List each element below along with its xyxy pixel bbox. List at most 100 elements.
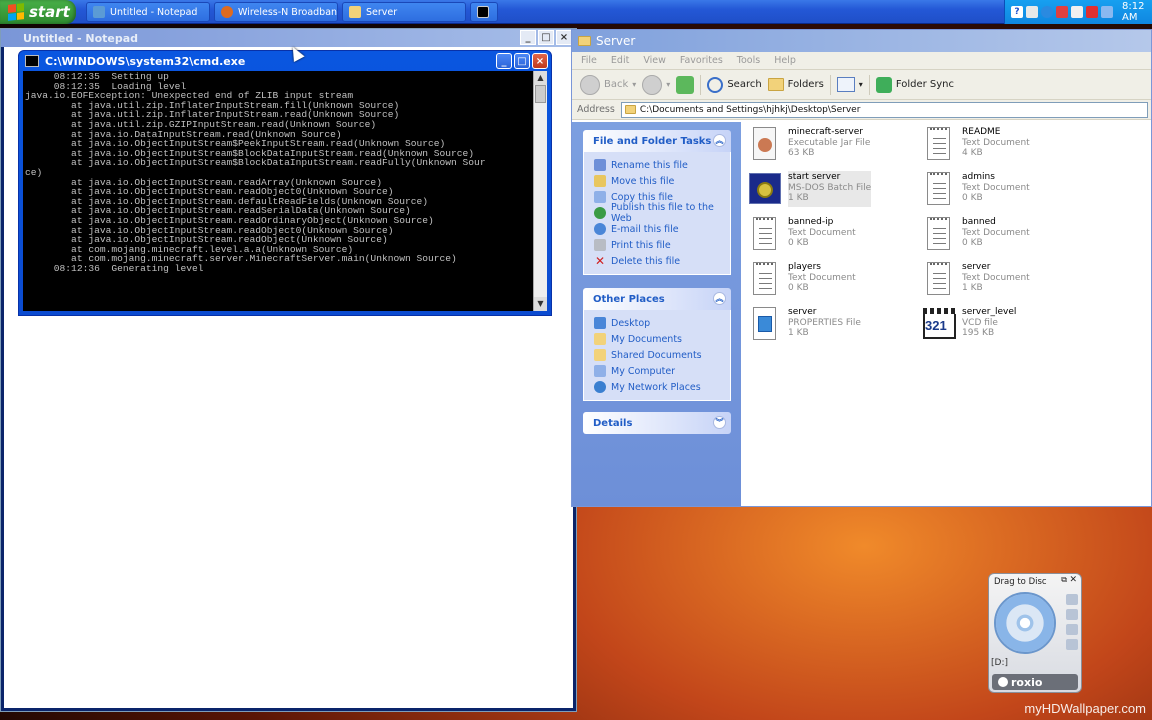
task-pane: File and Folder Tasks ︽ Rename this file…: [572, 122, 741, 506]
task-move-file[interactable]: Move this file: [594, 173, 730, 189]
minimize-button[interactable]: _: [520, 30, 536, 45]
scroll-down-icon[interactable]: ▼: [534, 297, 547, 311]
text-document-icon: [922, 261, 956, 297]
menu-help[interactable]: Help: [774, 55, 796, 66]
sound-icon[interactable]: [1026, 6, 1038, 18]
minimize-button[interactable]: _: [496, 53, 512, 69]
notepad-title: Untitled - Notepad: [23, 31, 139, 45]
drive-label: [D:]: [991, 658, 1008, 668]
antivirus-icon[interactable]: [1086, 6, 1098, 18]
maximize-button[interactable]: □: [514, 53, 530, 69]
folder-sync-button[interactable]: Folder Sync: [875, 76, 954, 93]
clock[interactable]: 8:12 AM: [1122, 1, 1152, 23]
info-icon[interactable]: [1066, 624, 1078, 635]
wallpaper-credit: myHDWallpaper.com: [1024, 701, 1146, 716]
place-my-computer[interactable]: My Computer: [594, 363, 730, 379]
taskbar-button-notepad[interactable]: Untitled - Notepad: [86, 2, 210, 22]
roxio-logo: roxio: [992, 674, 1078, 690]
explorer-window[interactable]: Server File Edit View Favorites Tools He…: [571, 29, 1152, 507]
collapse-chevron-icon[interactable]: ︽: [713, 134, 726, 147]
copy-disc-icon[interactable]: [1066, 594, 1078, 605]
file-banned-ip[interactable]: banned-ip Text Document 0 KB: [748, 216, 918, 252]
place-my-network-places[interactable]: My Network Places: [594, 379, 730, 395]
panel-header[interactable]: File and Folder Tasks ︽: [583, 130, 731, 152]
up-folder-icon[interactable]: [676, 75, 695, 94]
task-publish-web[interactable]: Publish this file to the Web: [594, 202, 730, 224]
file-start-server[interactable]: start server MS-DOS Batch File 1 KB: [748, 171, 918, 207]
write-icon[interactable]: [1066, 609, 1078, 620]
place-shared-documents[interactable]: Shared Documents: [594, 347, 730, 363]
search-icon: [707, 76, 724, 93]
menu-favorites[interactable]: Favorites: [680, 55, 723, 66]
search-button[interactable]: Search: [707, 76, 762, 93]
toolbar-separator: [700, 74, 702, 95]
roxio-logo-icon: [998, 677, 1008, 687]
taskbar-button-browser[interactable]: Wireless-N Broadban...: [214, 2, 338, 22]
chevron-down-icon: ▾: [666, 80, 671, 89]
maximize-button[interactable]: □: [538, 30, 554, 45]
drag-to-disc-widget[interactable]: Drag to Disc ⧉ ✕ [D:] roxio: [988, 573, 1082, 693]
text-document-icon: [922, 171, 956, 207]
notepad-icon: [93, 6, 105, 18]
folders-button[interactable]: Folders: [767, 78, 824, 91]
expand-chevron-icon[interactable]: ︾: [713, 416, 726, 429]
taskbar-button-label: Untitled - Notepad: [110, 6, 198, 18]
cmd-scrollbar[interactable]: ▲ ▼: [533, 71, 547, 311]
disc-icon[interactable]: [994, 592, 1056, 654]
task-delete-file[interactable]: ✕ Delete this file: [594, 253, 730, 269]
close-icon[interactable]: ✕: [1069, 575, 1077, 585]
address-field[interactable]: C:\Documents and Settings\hjhkj\Desktop\…: [620, 101, 1148, 118]
start-button[interactable]: start: [0, 0, 76, 24]
network-icon[interactable]: [1041, 6, 1053, 18]
collapse-chevron-icon[interactable]: ︽: [713, 292, 726, 305]
panel-header[interactable]: Details ︾: [583, 412, 731, 434]
menu-tools[interactable]: Tools: [737, 55, 760, 66]
file-readme[interactable]: README Text Document 4 KB: [922, 126, 1092, 162]
place-desktop[interactable]: Desktop: [594, 315, 730, 331]
file-minecraft-server[interactable]: minecraft-server Executable Jar File 63 …: [748, 126, 918, 162]
cmd-titlebar[interactable]: C:\WINDOWS\system32\cmd.exe _ □ ×: [19, 51, 551, 71]
firefox-icon: [221, 6, 233, 18]
file-banned[interactable]: banned Text Document 0 KB: [922, 216, 1092, 252]
menu-view[interactable]: View: [643, 55, 666, 66]
forward-button[interactable]: ▾: [642, 74, 671, 95]
views-button[interactable]: ▾: [836, 77, 863, 92]
start-label: start: [29, 3, 70, 21]
notepad-titlebar[interactable]: Untitled - Notepad _ □ ×: [1, 29, 576, 47]
file-server-level[interactable]: 321 server_level VCD file 195 KB: [922, 306, 1092, 342]
close-button[interactable]: ×: [532, 53, 548, 69]
security-icon[interactable]: [1056, 6, 1068, 18]
folder-icon: [578, 36, 591, 46]
taskbar-button-server[interactable]: Server: [342, 2, 466, 22]
file-server-txt[interactable]: server Text Document 1 KB: [922, 261, 1092, 297]
taskbar-button-cmd[interactable]: [470, 2, 498, 22]
eject-icon[interactable]: [1066, 639, 1078, 650]
cmd-title: C:\WINDOWS\system32\cmd.exe: [45, 54, 246, 68]
place-my-documents[interactable]: My Documents: [594, 331, 730, 347]
file-server-properties[interactable]: server PROPERTIES File 1 KB: [748, 306, 918, 342]
help-icon[interactable]: ?: [1011, 6, 1023, 18]
scroll-up-icon[interactable]: ▲: [534, 71, 547, 85]
cmd-window[interactable]: C:\WINDOWS\system32\cmd.exe _ □ × 08:12:…: [18, 50, 552, 316]
close-button[interactable]: ×: [556, 30, 572, 45]
task-print-file[interactable]: Print this file: [594, 237, 730, 253]
restore-icon[interactable]: ⧉: [1061, 575, 1067, 585]
file-admins[interactable]: admins Text Document 0 KB: [922, 171, 1092, 207]
task-rename-file[interactable]: Rename this file: [594, 157, 730, 173]
menu-file[interactable]: File: [581, 55, 597, 66]
menu-bar: File Edit View Favorites Tools Help: [572, 52, 1151, 70]
back-button[interactable]: Back ▾: [580, 74, 636, 95]
menu-edit[interactable]: Edit: [611, 55, 629, 66]
system-tray: ? 8:12 AM: [1004, 0, 1152, 24]
scroll-thumb[interactable]: [535, 85, 546, 103]
other-places-panel: Other Places ︽ Desktop My Documents Shar…: [583, 288, 731, 401]
printer-icon: [594, 239, 606, 251]
widget-title: Drag to Disc ⧉ ✕: [994, 575, 1077, 587]
explorer-titlebar[interactable]: Server: [572, 30, 1151, 52]
tray-app-icon[interactable]: [1071, 6, 1083, 18]
file-players[interactable]: players Text Document 0 KB: [748, 261, 918, 297]
cmd-console[interactable]: 08:12:35 Setting up 08:12:35 Loading lev…: [23, 71, 547, 311]
console-output: 08:12:35 Setting up 08:12:35 Loading lev…: [25, 72, 531, 273]
panel-header[interactable]: Other Places ︽: [583, 288, 731, 310]
connection-icon[interactable]: [1101, 6, 1113, 18]
